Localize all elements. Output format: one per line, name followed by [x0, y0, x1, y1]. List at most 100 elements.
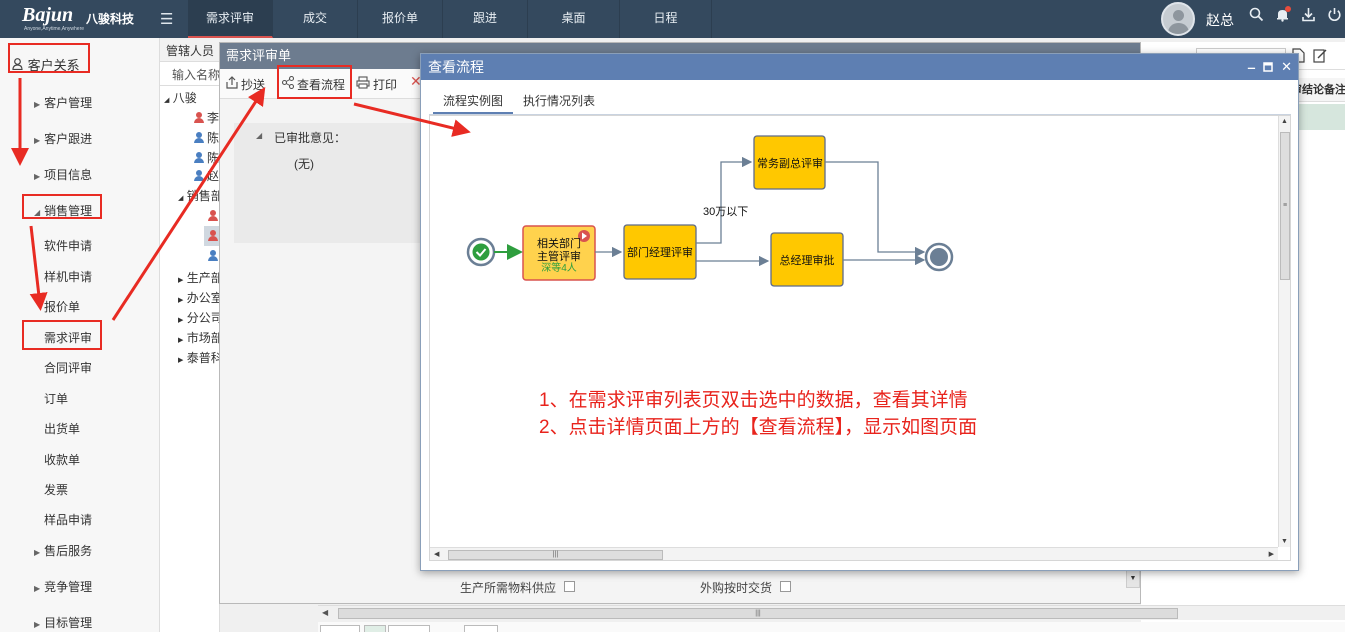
- sidebar-item-label: 竞争管理: [44, 580, 93, 594]
- flow-node-dept-manager-review[interactable]: 部门经理评审: [623, 224, 697, 280]
- user-avatar[interactable]: [1161, 2, 1195, 36]
- search-icon[interactable]: [1247, 7, 1265, 26]
- approval-label: 已审批意见：: [274, 131, 347, 145]
- caret-right-icon: ▶: [178, 297, 184, 304]
- scroll-right-icon[interactable]: ▶: [1269, 550, 1274, 558]
- tree-node-bajun[interactable]: ◢ 八骏: [164, 88, 224, 108]
- flow-start-event: [466, 237, 496, 267]
- dialog-tabs: 流程实例图 执行情况列表: [433, 90, 605, 114]
- flow-condition-label: 30万以下: [703, 206, 748, 218]
- dialog-controls: ‒ ✕: [1248, 54, 1292, 80]
- flow-hscroll-thumb[interactable]: |||: [448, 550, 663, 560]
- sidebar-item-label: 客户跟进: [44, 132, 93, 146]
- caret-right-icon: ▶: [34, 136, 41, 145]
- edit-icon[interactable]: [1313, 48, 1327, 66]
- notification-dot: [1285, 6, 1291, 12]
- instruction-note-1: 1、在需求评审列表页双击选中的数据，查看其详情: [539, 390, 968, 411]
- tree-node-label: 生产部: [186, 271, 223, 285]
- tab-flow-diagram[interactable]: 流程实例图: [433, 90, 514, 114]
- flow-diagram-canvas: 相关部门 主管评审 深等4人 部门经理评审 30万以下 常务副总评审 总经理审批…: [429, 115, 1291, 561]
- pager-first[interactable]: [364, 625, 386, 632]
- topnav-tab-quote[interactable]: 报价单: [358, 0, 443, 38]
- tab-execution-list[interactable]: 执行情况列表: [513, 90, 605, 114]
- top-nav: 需求评审 成交 报价单 跟进 桌面 日程: [188, 0, 712, 38]
- flow-vertical-scrollbar[interactable]: ▲ ≡ ▼: [1278, 116, 1290, 547]
- tree-node-label: 办公室: [186, 291, 223, 305]
- person-icon: [194, 112, 204, 123]
- topnav-tab-deal[interactable]: 成交: [273, 0, 358, 38]
- caret-right-icon: ▶: [34, 584, 41, 593]
- field-material-supply-checkbox[interactable]: [564, 581, 575, 592]
- top-icons: [1247, 6, 1343, 26]
- flow-edge-n2-n3: [696, 156, 753, 244]
- print-button[interactable]: 打印: [356, 76, 397, 93]
- tree-node-label: 李: [207, 111, 220, 125]
- user-name[interactable]: 赵总: [1206, 10, 1234, 30]
- staff-filter-input[interactable]: 输入名称: [160, 64, 220, 86]
- maximize-icon[interactable]: [1263, 60, 1273, 75]
- tree-node-label: 八骏: [172, 91, 197, 105]
- caret-right-icon: ▶: [178, 277, 184, 284]
- flow-node-label: 常务副总评审: [757, 156, 823, 170]
- tree-node-label: 泰普科: [186, 351, 223, 365]
- logo-slogan: Anyone,Anytime,Anywhere: [24, 26, 85, 32]
- staff-panel-header: 管辖人员: [160, 40, 220, 62]
- close-icon[interactable]: ✕: [1281, 59, 1292, 75]
- flow-node-dept-head-review[interactable]: 相关部门 主管评审 深等4人: [522, 225, 596, 281]
- flow-end-event: [924, 242, 954, 272]
- person-icon: [194, 132, 204, 143]
- cc-button-label: 抄送: [241, 78, 266, 92]
- person-icon: [208, 230, 218, 241]
- tree-node-label: 分公司: [186, 311, 223, 325]
- topnav-tab-schedule[interactable]: 日程: [620, 0, 712, 38]
- tree-node-label: 市场部: [186, 331, 223, 345]
- pager: [318, 622, 1345, 632]
- tree-node-person-selected[interactable]: [204, 226, 220, 246]
- sidebar-item-label: 项目信息: [44, 168, 93, 182]
- topnav-tab-followup[interactable]: 跟进: [443, 0, 528, 38]
- scroll-down-icon[interactable]: ▼: [1281, 538, 1288, 545]
- annotation-box-view-flow: [277, 65, 352, 99]
- flow-node-label: 总经理审批: [780, 253, 835, 267]
- caret-right-icon: ▶: [178, 357, 184, 364]
- flow-horizontal-scrollbar[interactable]: ◀ ||| ▶: [430, 547, 1278, 560]
- topnav-tab-desktop[interactable]: 桌面: [528, 0, 620, 38]
- flow-node-label: 主管评审: [537, 249, 581, 263]
- flow-diagram: 相关部门 主管评审 深等4人 部门经理评审 30万以下 常务副总评审 总经理审批: [466, 135, 954, 287]
- tree-node-label: 陈: [207, 131, 220, 145]
- power-icon[interactable]: [1325, 7, 1343, 26]
- annotation-box-sales-mgmt: [22, 194, 102, 219]
- flow-vscroll-thumb[interactable]: ≡: [1280, 132, 1290, 280]
- caret-right-icon: ▶: [34, 620, 41, 629]
- instruction-note-2: 2、点击详情页面上方的【查看流程】，显示如图页面: [539, 417, 978, 438]
- logo-cn: 八骏科技: [86, 12, 135, 26]
- caret-right-icon: ▶: [34, 100, 41, 109]
- flow-node-exec-vp-review[interactable]: 常务副总评审: [753, 135, 826, 190]
- cc-button[interactable]: 抄送: [226, 76, 265, 93]
- logo-brand: Bajun: [22, 4, 74, 26]
- scroll-left-icon[interactable]: ◀: [322, 608, 328, 617]
- pager-prev[interactable]: [388, 625, 430, 632]
- view-flow-dialog: 查看流程 ‒ ✕ 流程实例图 执行情况列表 相关部门 主管评审 深等4人 部门经…: [420, 53, 1299, 571]
- annotation-box-customer-relations: [8, 43, 90, 73]
- share-out-icon: [226, 76, 238, 92]
- pager-page-input[interactable]: [464, 625, 498, 632]
- scroll-up-icon[interactable]: ▲: [1281, 118, 1288, 125]
- download-icon[interactable]: [1299, 7, 1317, 26]
- approval-value: (无): [294, 157, 314, 171]
- main-scroll-thumb[interactable]: |||: [338, 608, 1178, 619]
- main-horizontal-scrollbar[interactable]: ◀ |||: [318, 605, 1345, 620]
- person-icon: [208, 250, 218, 261]
- pager-size[interactable]: [320, 625, 360, 632]
- inner-scroll-down[interactable]: ▼: [1126, 570, 1140, 588]
- field-outsourcing-delivery-checkbox[interactable]: [780, 581, 791, 592]
- scroll-left-icon[interactable]: ◀: [434, 550, 439, 558]
- menu-toggle-icon[interactable]: ☰: [160, 10, 173, 28]
- flow-node-label: 相关部门: [537, 236, 581, 250]
- bell-icon[interactable]: [1273, 6, 1291, 26]
- app-logo[interactable]: Bajun 八骏科技 Anyone,Anytime,Anywhere: [22, 4, 142, 34]
- flow-node-gm-approval[interactable]: 总经理审批: [770, 232, 844, 287]
- minimize-icon[interactable]: ‒: [1248, 60, 1255, 75]
- caret-right-icon: ▶: [178, 337, 184, 344]
- topnav-tab-demand-review[interactable]: 需求评审: [188, 0, 273, 38]
